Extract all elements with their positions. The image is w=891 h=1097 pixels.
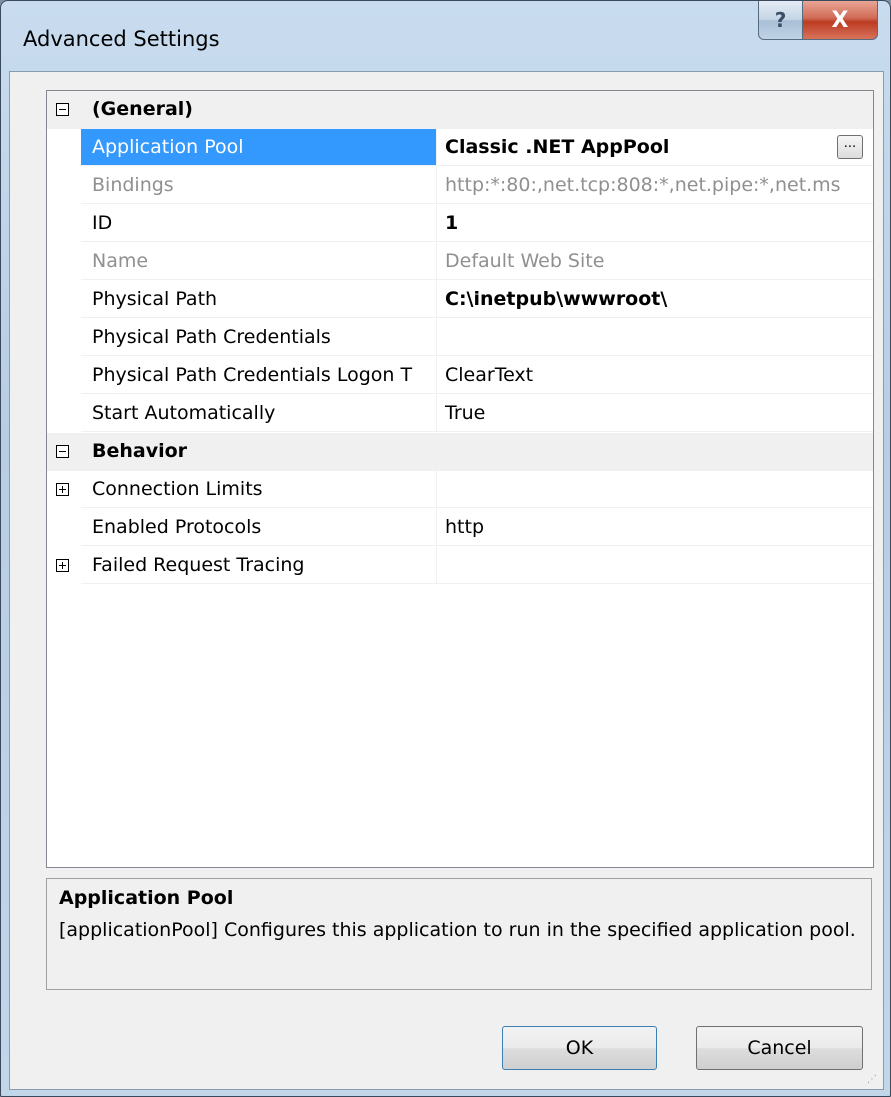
property-row[interactable]: Enabled Protocols http bbox=[47, 509, 873, 547]
close-button[interactable]: X bbox=[802, 1, 878, 40]
close-icon: X bbox=[831, 7, 849, 33]
cancel-button[interactable]: Cancel bbox=[696, 1026, 863, 1070]
property-value[interactable]: True bbox=[437, 395, 873, 432]
property-name[interactable]: Failed Request Tracing bbox=[81, 547, 437, 584]
property-value[interactable] bbox=[437, 319, 873, 356]
property-name[interactable]: Name bbox=[81, 243, 437, 280]
property-value[interactable]: C:\inetpub\wwwroot\ bbox=[437, 281, 873, 318]
category-row[interactable]: (General) bbox=[47, 91, 873, 129]
collapse-icon[interactable] bbox=[56, 445, 69, 458]
dialog-title: Advanced Settings bbox=[23, 27, 220, 51]
property-name[interactable]: ID bbox=[81, 205, 437, 242]
property-row[interactable]: Failed Request Tracing bbox=[47, 547, 873, 585]
property-value[interactable]: 1 bbox=[437, 205, 873, 242]
property-grid: (General) Application Pool Classic .NET Ap… bbox=[46, 90, 874, 868]
property-value[interactable] bbox=[437, 547, 873, 584]
category-row[interactable]: Behavior bbox=[47, 433, 873, 471]
help-button[interactable]: ? bbox=[758, 1, 803, 40]
property-row[interactable]: Name Default Web Site bbox=[47, 243, 873, 281]
category-label: (General) bbox=[92, 98, 193, 120]
expand-icon[interactable] bbox=[56, 483, 69, 496]
property-row[interactable]: Connection Limits bbox=[47, 471, 873, 509]
dialog-client-area: (General) Application Pool Classic .NET Ap… bbox=[9, 71, 884, 1090]
property-value[interactable] bbox=[437, 471, 873, 508]
expand-icon[interactable] bbox=[56, 559, 69, 572]
category-label: Behavior bbox=[92, 440, 188, 462]
collapse-icon[interactable] bbox=[56, 103, 69, 116]
property-value[interactable]: Default Web Site bbox=[437, 243, 873, 280]
help-icon: ? bbox=[774, 8, 787, 32]
property-name[interactable]: Application Pool bbox=[81, 129, 437, 166]
resize-grip-icon[interactable]: ⋰ bbox=[867, 1073, 881, 1087]
property-row[interactable]: Application Pool Classic .NET AppPool... bbox=[47, 129, 873, 167]
property-name[interactable]: Physical Path Credentials bbox=[81, 319, 437, 356]
property-row[interactable]: Physical Path Credentials bbox=[47, 319, 873, 357]
property-name[interactable]: Physical Path bbox=[81, 281, 437, 318]
property-name[interactable]: Start Automatically bbox=[81, 395, 437, 432]
property-value[interactable]: ClearText bbox=[437, 357, 873, 394]
description-title: Application Pool bbox=[59, 887, 234, 909]
property-row[interactable]: Start Automatically True bbox=[47, 395, 873, 433]
title-bar[interactable]: Advanced Settings ? X bbox=[1, 1, 890, 71]
advanced-settings-dialog: Advanced Settings ? X (General) Applicati… bbox=[0, 0, 891, 1097]
description-panel: Application Pool [applicationPool] Confi… bbox=[46, 878, 872, 990]
property-value[interactable]: Classic .NET AppPool bbox=[437, 129, 873, 166]
property-name[interactable]: Enabled Protocols bbox=[81, 509, 437, 546]
property-name[interactable]: Physical Path Credentials Logon T bbox=[81, 357, 437, 394]
property-value[interactable]: http bbox=[437, 509, 873, 546]
property-row[interactable]: Physical Path C:\inetpub\wwwroot\ bbox=[47, 281, 873, 319]
property-row[interactable]: ID 1 bbox=[47, 205, 873, 243]
browse-ellipsis-button[interactable]: ... bbox=[837, 135, 863, 159]
property-row[interactable]: Physical Path Credentials Logon T ClearTe… bbox=[47, 357, 873, 395]
description-text: [applicationPool] Configures this applic… bbox=[59, 919, 856, 941]
property-value[interactable]: http:*:80:,net.tcp:808:*,net.pipe:*,net.… bbox=[437, 167, 873, 204]
property-name[interactable]: Connection Limits bbox=[81, 471, 437, 508]
property-name[interactable]: Bindings bbox=[81, 167, 437, 204]
ok-button[interactable]: OK bbox=[502, 1026, 657, 1070]
property-row[interactable]: Bindings http:*:80:,net.tcp:808:*,net.pip… bbox=[47, 167, 873, 205]
